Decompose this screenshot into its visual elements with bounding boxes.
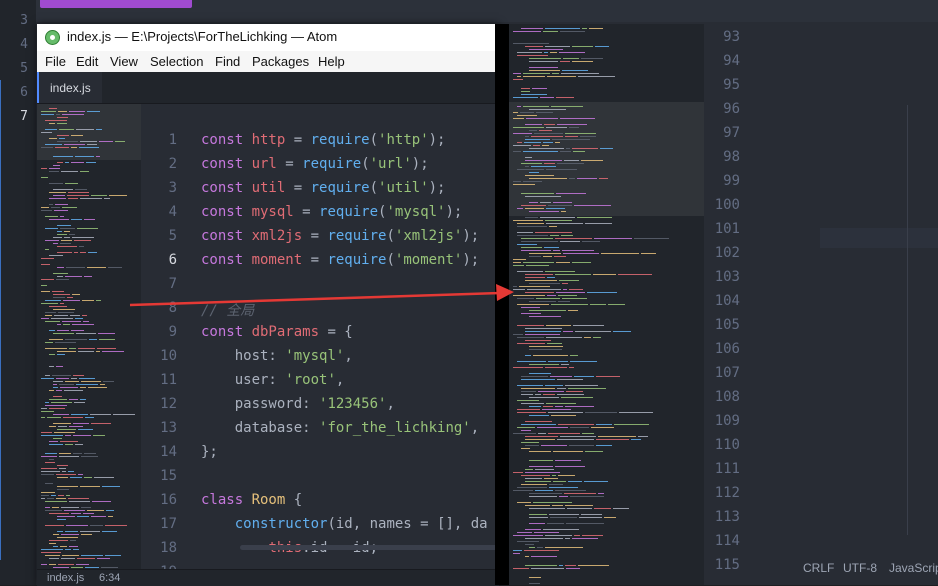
arrow-head (496, 284, 514, 301)
arrow-annotation-icon (129, 284, 514, 307)
arrow-shaft (129, 291, 501, 307)
